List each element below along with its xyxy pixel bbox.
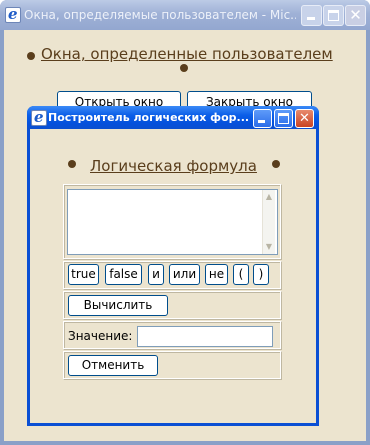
dialog-maximize-button[interactable] — [274, 109, 293, 128]
value-field[interactable] — [137, 326, 273, 347]
close-paren-button[interactable]: ) — [253, 264, 269, 285]
dialog-close-button[interactable]: ✕ — [295, 109, 314, 128]
minimize-icon — [258, 120, 265, 123]
bullet-icon — [68, 160, 76, 168]
close-button[interactable]: ✕ — [345, 5, 366, 26]
formula-heading-link[interactable]: Логическая формула — [90, 157, 257, 175]
maximize-icon — [328, 10, 339, 21]
scroll-down-icon[interactable]: ▼ — [263, 241, 275, 253]
cancel-button[interactable]: Отменить — [68, 355, 158, 376]
operator-false-button[interactable]: false — [105, 264, 142, 285]
dialog-minimize-button[interactable] — [253, 109, 272, 128]
maximize-button[interactable] — [323, 5, 344, 26]
minimize-button[interactable] — [301, 5, 322, 26]
internet-explorer-icon[interactable] — [5, 5, 21, 23]
close-icon: ✕ — [299, 111, 310, 126]
main-window-title: Окна, определяемые пользователем - Mic..… — [24, 8, 296, 22]
scroll-up-icon[interactable]: ▲ — [263, 191, 275, 203]
operator-and-button[interactable]: и — [148, 264, 164, 285]
minimize-icon — [307, 17, 315, 20]
formula-builder-titlebar[interactable]: Построитель логических фор... ✕ — [27, 106, 319, 129]
bullet-icon — [180, 64, 188, 72]
close-icon: ✕ — [349, 6, 362, 24]
formula-scrollbar[interactable]: ▲ ▼ — [262, 190, 275, 254]
operator-or-button[interactable]: или — [169, 264, 200, 285]
formula-input[interactable] — [67, 189, 278, 255]
formula-builder-title: Построитель логических фор... — [48, 111, 248, 124]
operator-true-button[interactable]: true — [68, 264, 99, 285]
operator-not-button[interactable]: не — [205, 264, 228, 285]
value-label: Значение: — [68, 329, 133, 343]
calculate-button[interactable]: Вычислить — [68, 295, 168, 316]
internet-explorer-icon[interactable] — [31, 108, 47, 126]
page-heading-link[interactable]: Окна, определенные пользователем — [41, 45, 333, 63]
bullet-icon — [272, 160, 280, 168]
bullet-icon — [27, 52, 35, 60]
open-paren-button[interactable]: ( — [233, 264, 249, 285]
maximize-icon — [278, 113, 289, 124]
main-window-titlebar[interactable]: Окна, определяемые пользователем - Mic..… — [0, 0, 370, 30]
